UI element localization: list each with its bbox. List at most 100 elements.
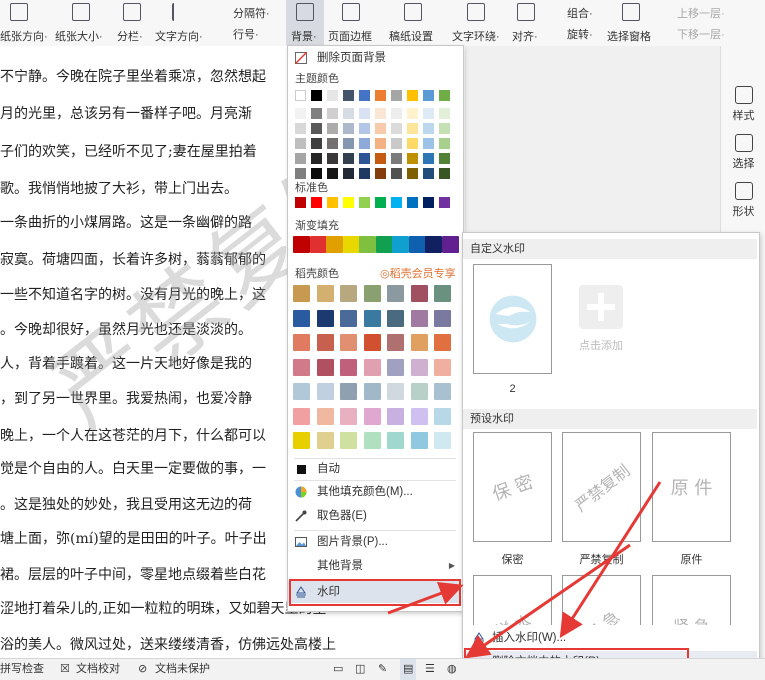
standard-color-swatch[interactable] (295, 197, 306, 208)
preset-watermark-thumb[interactable]: 保 密 (473, 432, 552, 542)
docer-color-swatch[interactable] (293, 432, 310, 449)
standard-color-swatch[interactable] (439, 197, 450, 208)
align-button[interactable]: 对齐· (512, 28, 538, 44)
docer-color-swatch[interactable] (363, 285, 381, 302)
theme-shade-swatch[interactable] (407, 108, 418, 119)
theme-shade-swatch[interactable] (343, 138, 354, 149)
theme-shade-swatch[interactable] (327, 153, 338, 164)
preset-watermark-thumb[interactable]: 严禁复制 (562, 432, 641, 542)
standard-color-swatch[interactable] (343, 197, 354, 208)
eyedropper-item[interactable]: 取色器(E) (288, 505, 461, 527)
theme-shade-swatch[interactable] (423, 168, 434, 179)
theme-shade-swatch[interactable] (375, 168, 386, 179)
theme-shade-swatch[interactable] (439, 168, 450, 179)
theme-shade-swatch[interactable] (391, 123, 402, 134)
gradient-color-swatch[interactable] (342, 236, 360, 253)
gradient-color-swatch[interactable] (441, 236, 459, 253)
page-orientation-button[interactable]: 纸张方向· (0, 28, 48, 44)
docer-color-swatch[interactable] (316, 309, 334, 327)
theme-shade-swatch[interactable] (423, 138, 434, 149)
group-button[interactable]: 组合· (567, 5, 593, 21)
docer-color-swatch[interactable] (387, 432, 404, 449)
theme-color-swatch[interactable] (327, 90, 338, 101)
gradient-color-swatch[interactable] (293, 236, 310, 253)
theme-shade-swatch[interactable] (311, 138, 322, 149)
theme-shade-swatch[interactable] (391, 138, 402, 149)
theme-shade-swatch[interactable] (439, 138, 450, 149)
docer-color-swatch[interactable] (363, 432, 381, 449)
separator-button[interactable]: 分隔符· (233, 5, 270, 21)
docer-color-swatch[interactable] (434, 358, 451, 376)
outline-view-icon[interactable]: ☰ (425, 659, 435, 680)
preset-watermark-thumb[interactable]: 样 本 (473, 575, 552, 625)
theme-shade-swatch[interactable] (407, 123, 418, 134)
docer-color-swatch[interactable] (387, 407, 404, 425)
custom-watermark-thumb[interactable] (473, 264, 552, 374)
docer-color-swatch[interactable] (434, 334, 451, 351)
standard-color-swatch[interactable] (311, 197, 322, 208)
standard-color-swatch[interactable] (327, 197, 338, 208)
style-tool[interactable]: 样式 (721, 86, 765, 123)
docer-color-swatch[interactable] (363, 334, 381, 351)
theme-shade-swatch[interactable] (311, 168, 322, 179)
docer-color-swatch[interactable] (410, 383, 428, 400)
theme-shade-swatch[interactable] (295, 123, 306, 134)
docer-color-swatch[interactable] (387, 334, 404, 351)
theme-shade-swatch[interactable] (295, 138, 306, 149)
theme-color-swatch[interactable] (295, 90, 306, 101)
theme-shade-swatch[interactable] (359, 123, 370, 134)
docer-color-swatch[interactable] (316, 383, 334, 400)
theme-color-swatch[interactable] (359, 90, 370, 101)
more-fill-colors-item[interactable]: 其他填充颜色(M)... (288, 481, 461, 503)
docer-color-swatch[interactable] (363, 358, 381, 376)
selection-pane-button[interactable]: 选择窗格 (607, 28, 651, 44)
docer-color-swatch[interactable] (293, 383, 310, 400)
docer-color-swatch[interactable] (293, 334, 310, 351)
shape-tool[interactable]: 形状 (721, 182, 765, 219)
remove-background-item[interactable]: 删除页面背景 (288, 47, 461, 69)
docer-color-swatch[interactable] (434, 407, 451, 425)
theme-color-swatch[interactable] (391, 90, 402, 101)
theme-shade-swatch[interactable] (375, 153, 386, 164)
theme-color-swatch[interactable] (343, 90, 354, 101)
preset-watermark-thumb[interactable]: 紧 急 (562, 575, 641, 625)
theme-shade-swatch[interactable] (375, 138, 386, 149)
docer-color-swatch[interactable] (293, 285, 310, 302)
preset-watermark-thumb[interactable]: 紧 急 (652, 575, 731, 625)
page-view-icon[interactable]: ▤ (400, 659, 417, 680)
theme-shade-swatch[interactable] (407, 153, 418, 164)
pen-icon[interactable]: ✎ (378, 659, 387, 680)
standard-color-swatch[interactable] (359, 197, 370, 208)
docer-color-swatch[interactable] (340, 383, 357, 400)
reading-mode-icon[interactable]: ◫ (355, 659, 365, 680)
theme-shade-swatch[interactable] (343, 168, 354, 179)
docer-color-swatch[interactable] (316, 407, 334, 425)
theme-shade-swatch[interactable] (407, 168, 418, 179)
select-tool[interactable]: 选择 (721, 134, 765, 171)
theme-shade-swatch[interactable] (375, 108, 386, 119)
theme-shade-swatch[interactable] (327, 168, 338, 179)
theme-shade-swatch[interactable] (391, 108, 402, 119)
theme-shade-swatch[interactable] (343, 123, 354, 134)
paper-size-button[interactable]: 纸张大小· (55, 28, 103, 44)
page-border-button[interactable]: 页面边框 (328, 28, 372, 44)
theme-shade-swatch[interactable] (439, 108, 450, 119)
gradient-color-swatch[interactable] (375, 236, 393, 253)
theme-shade-swatch[interactable] (311, 123, 322, 134)
insert-watermark-item[interactable]: 插入水印(W)... (463, 627, 757, 649)
docer-color-swatch[interactable] (316, 334, 334, 351)
docer-color-swatch[interactable] (410, 334, 428, 351)
gradient-color-swatch[interactable] (425, 236, 442, 253)
picture-background-item[interactable]: 图片背景(P)... (288, 531, 461, 553)
docer-color-swatch[interactable] (410, 309, 428, 327)
docer-color-swatch[interactable] (434, 383, 451, 400)
standard-color-swatch[interactable] (391, 197, 402, 208)
theme-shade-swatch[interactable] (295, 108, 306, 119)
theme-shade-swatch[interactable] (295, 168, 306, 179)
line-number-button[interactable]: 行号· (233, 26, 259, 42)
docer-color-swatch[interactable] (410, 432, 428, 449)
theme-shade-swatch[interactable] (327, 138, 338, 149)
preset-watermark-thumb[interactable]: 原 件 (652, 432, 731, 542)
background-button[interactable]: 背景· (291, 28, 317, 44)
theme-shade-swatch[interactable] (311, 108, 322, 119)
